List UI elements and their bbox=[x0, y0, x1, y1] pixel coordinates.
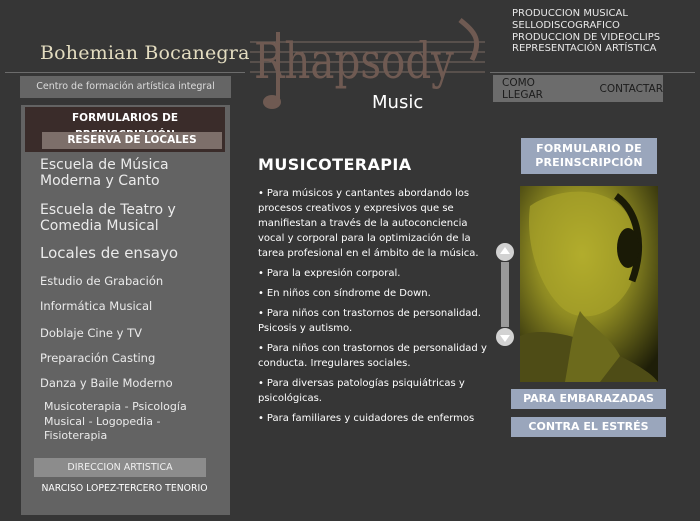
list-item-text: Para niños con trastornos de personalida… bbox=[258, 343, 487, 369]
logo-subtitle: Music bbox=[372, 92, 424, 113]
sidebar-item-theatre-school[interactable]: Escuela de Teatro y Comedia Musical bbox=[40, 202, 200, 234]
sidebar-item-music-computing[interactable]: Informática Musical bbox=[40, 300, 152, 313]
logo-graphic: Rhapsody bbox=[250, 18, 485, 109]
sidebar-item-rehearsal-rooms[interactable]: Locales de ensayo bbox=[40, 245, 178, 262]
list-item: • Para niños con trastornos de personalid… bbox=[258, 341, 496, 371]
sidebar-item-music-therapy[interactable]: Musicoterapia - Psicología Musical - Log… bbox=[44, 400, 194, 444]
service-item[interactable]: PRODUCCION DE VIDEOCLIPS bbox=[512, 32, 660, 44]
reserve-rooms-button[interactable]: RESERVA DE LOCALES bbox=[42, 132, 222, 149]
list-item: • Para músicos y cantantes abordando los … bbox=[258, 186, 496, 261]
bullet: • bbox=[258, 413, 264, 424]
sidebar-item-casting[interactable]: Preparación Casting bbox=[40, 352, 155, 365]
header-divider-right bbox=[490, 72, 695, 73]
sidebar-item-dubbing[interactable]: Doblaje Cine y TV bbox=[40, 327, 142, 340]
service-item[interactable]: PRODUCCION MUSICAL bbox=[512, 8, 660, 20]
list-item-text: Para niños con trastornos de personalida… bbox=[258, 308, 481, 334]
logo-word: Rhapsody bbox=[254, 32, 455, 90]
pregnant-button[interactable]: PARA EMBARAZADAS bbox=[511, 389, 666, 409]
arrow-up-icon[interactable] bbox=[496, 243, 514, 261]
artistic-direction-button[interactable]: DIRECCION ARTISTICA bbox=[34, 458, 206, 477]
header-divider-left bbox=[5, 72, 245, 73]
nav-link-como-llegar[interactable]: COMO LLEGAR bbox=[502, 77, 578, 101]
list-item-text: Para familiares y cuidadores de enfermos bbox=[266, 413, 475, 424]
list-item-text: Para la expresión corporal. bbox=[266, 268, 401, 279]
list-item: • Para familiares y cuidadores de enfermo… bbox=[258, 411, 496, 426]
bullet: • bbox=[258, 308, 264, 319]
list-item: • Para la expresión corporal. bbox=[258, 266, 496, 281]
nav-link-contactar[interactable]: CONTACTAR bbox=[600, 83, 663, 95]
top-nav: COMO LLEGAR CONTACTAR bbox=[493, 75, 663, 102]
therapy-list: • Para músicos y cantantes abordando los … bbox=[258, 186, 496, 431]
bullet: • bbox=[258, 268, 264, 279]
arrow-down-icon[interactable] bbox=[496, 328, 514, 346]
sidebar-item-dance[interactable]: Danza y Baile Moderno bbox=[40, 377, 173, 390]
preinscription-forms-button[interactable]: FORMULARIOS DE PREINSCRIPCIÓN bbox=[27, 110, 223, 141]
photo-graphic bbox=[520, 186, 658, 382]
list-item-text: Para músicos y cantantes abordando los p… bbox=[258, 188, 479, 259]
list-item-text: Para diversas patologías psiquiátricas y… bbox=[258, 378, 465, 404]
logo[interactable]: Rhapsody Music bbox=[250, 12, 490, 120]
site-subtitle: Centro de formación artística integral bbox=[20, 76, 231, 98]
preinscription-form-button[interactable]: FORMULARIO DE PREINSCRIPCIÓN bbox=[521, 138, 657, 174]
list-item: • Para diversas patologías psiquiátricas … bbox=[258, 376, 496, 406]
sidebar-item-recording-studio[interactable]: Estudio de Grabación bbox=[40, 275, 163, 288]
bullet: • bbox=[258, 378, 264, 389]
stress-button[interactable]: CONTRA EL ESTRÉS bbox=[511, 417, 666, 437]
brand-name: Bohemian Bocanegra bbox=[40, 42, 250, 64]
bullet: • bbox=[258, 288, 264, 299]
list-item-text: En niños con síndrome de Down. bbox=[266, 288, 431, 299]
bullet: • bbox=[258, 188, 264, 199]
director-name: NARCISO LOPEZ-TERCERO TENORIO bbox=[41, 483, 208, 494]
service-item[interactable]: REPRESENTACIÓN ARTÍSTICA bbox=[512, 43, 660, 55]
service-item[interactable]: SELLODISCOGRAFICO bbox=[512, 20, 660, 32]
list-item: • Para niños con trastornos de personalid… bbox=[258, 306, 496, 336]
list-item: • En niños con síndrome de Down. bbox=[258, 286, 496, 301]
services-list: PRODUCCION MUSICAL SELLODISCOGRAFICO PRO… bbox=[512, 8, 660, 55]
scrollbar-track[interactable] bbox=[501, 262, 509, 327]
sidebar-item-music-school[interactable]: Escuela de Música Moderna y Canto bbox=[40, 157, 210, 189]
bullet: • bbox=[258, 343, 264, 354]
page-title: MUSICOTERAPIA bbox=[258, 155, 412, 174]
photo-man-headphones bbox=[520, 186, 658, 382]
